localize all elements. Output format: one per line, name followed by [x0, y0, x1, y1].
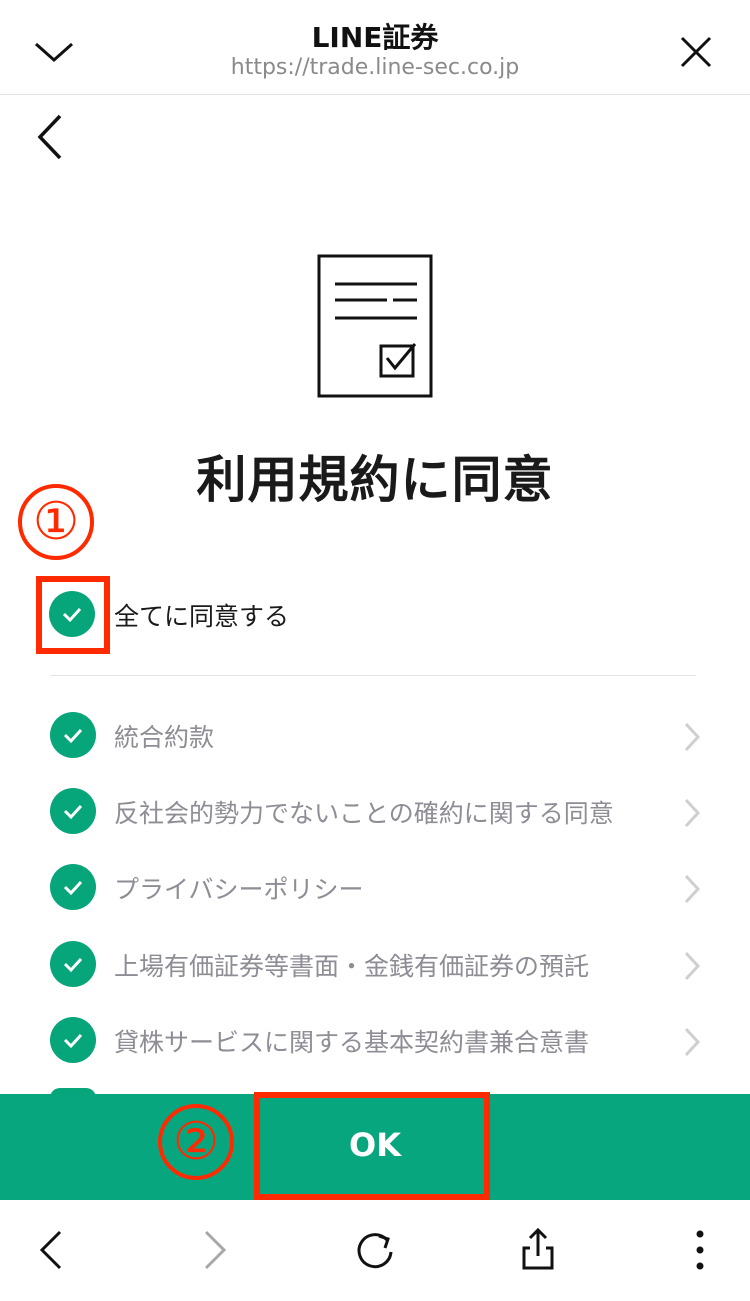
term-checkbox[interactable]: [50, 941, 96, 987]
term-label: 統合約款: [114, 723, 215, 752]
term-checkbox[interactable]: [50, 788, 96, 834]
divider: [50, 675, 696, 676]
browser-url: https://trade.line-sec.co.jp: [230, 55, 520, 80]
back-arrow-icon[interactable]: [26, 1224, 78, 1276]
close-icon[interactable]: [672, 28, 720, 76]
document-check-icon: [317, 254, 433, 398]
checkmark-icon: [63, 880, 83, 896]
chevron-right-icon[interactable]: [680, 949, 704, 983]
term-item[interactable]: 統合約款: [0, 700, 750, 770]
checkmark-icon: [63, 957, 83, 973]
annotation-step-2: ②: [158, 1104, 234, 1180]
term-checkbox[interactable]: [50, 712, 96, 758]
term-label: 貸株サービスに関する基本契約書兼合意書: [114, 1028, 590, 1057]
browser-header: LINE証券 https://trade.line-sec.co.jp: [0, 0, 750, 95]
browser-title: LINE証券: [311, 21, 439, 54]
annotation-highlight-box-2: [254, 1092, 490, 1200]
page-title: 利用規約に同意: [196, 451, 554, 509]
browser-toolbar: [0, 1200, 750, 1301]
term-label: 反社会的勢力でないことの確約に関する同意: [114, 799, 614, 828]
term-item[interactable]: 貸株サービスに関する基本契約書兼合意書: [0, 1005, 750, 1075]
term-checkbox[interactable]: [50, 1017, 96, 1063]
checkmark-icon: [63, 804, 83, 820]
checkmark-icon: [62, 607, 82, 623]
annotation-step-1: ①: [18, 484, 94, 560]
term-label: プライバシーポリシー: [114, 875, 364, 904]
forward-arrow-icon[interactable]: [188, 1224, 240, 1276]
checkmark-icon: [63, 728, 83, 744]
term-checkbox[interactable]: [50, 864, 96, 910]
more-options-icon[interactable]: [674, 1224, 726, 1276]
chevron-right-icon[interactable]: [680, 1025, 704, 1059]
term-label: 上場有価証券等書面・金銭有価証券の預託: [114, 952, 590, 981]
checkmark-icon: [63, 1033, 83, 1049]
share-icon[interactable]: [512, 1224, 564, 1276]
reload-icon[interactable]: [349, 1224, 401, 1276]
back-arrow-icon[interactable]: [24, 110, 80, 166]
agree-all-checkbox[interactable]: [49, 591, 95, 637]
term-item[interactable]: 反社会的勢力でないことの確約に関する同意: [0, 776, 750, 846]
term-item[interactable]: プライバシーポリシー: [0, 852, 750, 922]
chevron-right-icon[interactable]: [680, 872, 704, 906]
chevron-right-icon[interactable]: [680, 796, 704, 830]
term-item[interactable]: 上場有価証券等書面・金銭有価証券の預託: [0, 929, 750, 999]
chevron-right-icon[interactable]: [680, 720, 704, 754]
agree-all-label[interactable]: 全てに同意する: [114, 597, 289, 633]
